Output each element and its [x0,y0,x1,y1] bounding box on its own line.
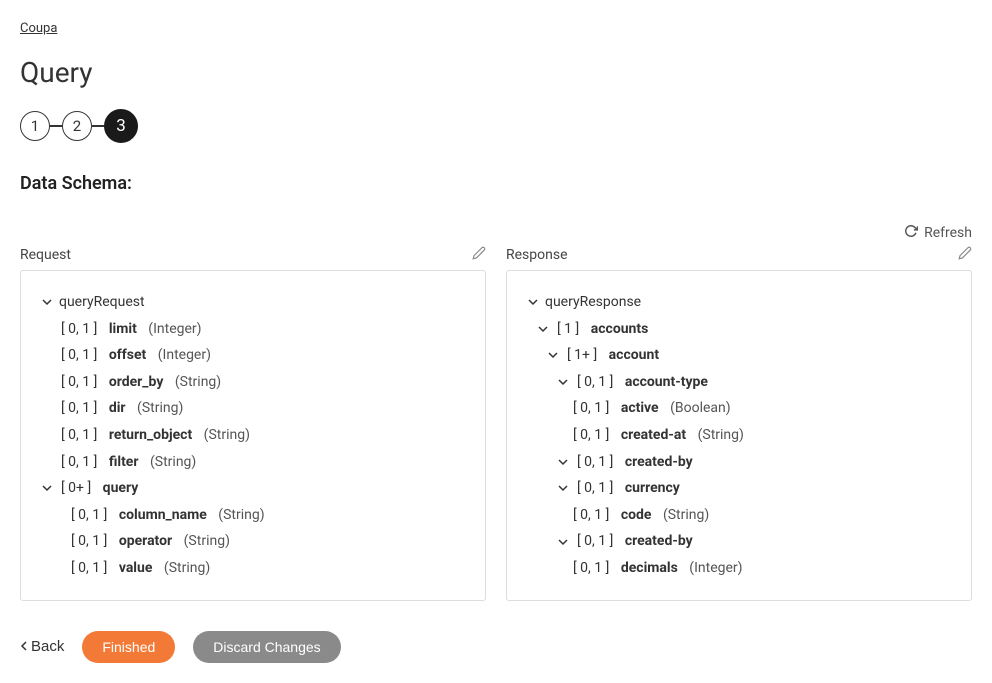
tree-node-account[interactable]: account [609,342,659,369]
tree-field[interactable]: [ 0, 1 ] return_object (String) [59,422,467,449]
step-3[interactable]: 3 [104,109,138,143]
step-connector [50,125,62,127]
tree-field[interactable]: [ 0, 1 ] limit (Integer) [59,316,467,343]
tree-field[interactable]: [ 0, 1 ] column_name (String) [69,502,467,529]
section-title: Data Schema: [20,173,972,194]
tree-field[interactable]: [ 0, 1 ] created-at (String) [571,422,953,449]
chevron-down-icon[interactable] [39,297,55,307]
page-title: Query [20,56,972,89]
tree-node-account-type[interactable]: account-type [625,369,708,396]
response-heading: Response [506,247,568,263]
tree-field[interactable]: [ 0, 1 ] dir (String) [59,395,467,422]
refresh-icon [904,224,918,242]
chevron-down-icon[interactable] [555,483,571,493]
step-1[interactable]: 1 [20,111,50,141]
chevron-down-icon[interactable] [545,350,561,360]
chevron-down-icon[interactable] [525,297,541,307]
tree-node-created-by[interactable]: created-by [625,449,693,476]
tree-node-query[interactable]: query [103,475,139,502]
chevron-down-icon[interactable] [555,457,571,467]
tree-root-label[interactable]: queryResponse [545,289,641,316]
tree-node-currency[interactable]: currency [625,475,680,502]
tree-field[interactable]: [ 0, 1 ] value (String) [69,555,467,582]
tree-field[interactable]: [ 0, 1 ] offset (Integer) [59,342,467,369]
refresh-label: Refresh [924,225,972,241]
discard-changes-button[interactable]: Discard Changes [193,631,340,663]
tree-field[interactable]: [ 0, 1 ] operator (String) [69,528,467,555]
breadcrumb[interactable]: Coupa [20,21,57,36]
chevron-down-icon[interactable] [39,483,55,493]
finished-button[interactable]: Finished [82,631,175,663]
stepper: 1 2 3 [20,109,972,143]
refresh-button[interactable]: Refresh [20,224,972,242]
chevron-down-icon[interactable] [555,537,571,547]
response-panel: queryResponse [ 1 ] accounts [ 1+ ] acco… [506,270,972,601]
tree-field[interactable]: [ 0, 1 ] order_by (String) [59,369,467,396]
tree-root-label[interactable]: queryRequest [59,289,145,316]
step-2[interactable]: 2 [62,111,92,141]
tree-field[interactable]: [ 0, 1 ] filter (String) [59,449,467,476]
tree-node-accounts[interactable]: accounts [591,316,649,343]
tree-field[interactable]: [ 0, 1 ] code (String) [571,502,953,529]
chevron-down-icon[interactable] [535,324,551,334]
step-connector [92,125,104,127]
edit-request-icon[interactable] [472,246,486,264]
edit-response-icon[interactable] [958,246,972,264]
back-button[interactable]: Back [20,638,64,655]
request-panel: queryRequest [ 0, 1 ] limit (Integer) [ … [20,270,486,601]
chevron-down-icon[interactable] [555,377,571,387]
tree-field[interactable]: [ 0, 1 ] decimals (Integer) [571,555,953,582]
tree-field[interactable]: [ 0, 1 ] active (Boolean) [571,395,953,422]
tree-node-created-by[interactable]: created-by [625,528,693,555]
request-heading: Request [20,247,71,263]
chevron-left-icon [20,638,27,655]
